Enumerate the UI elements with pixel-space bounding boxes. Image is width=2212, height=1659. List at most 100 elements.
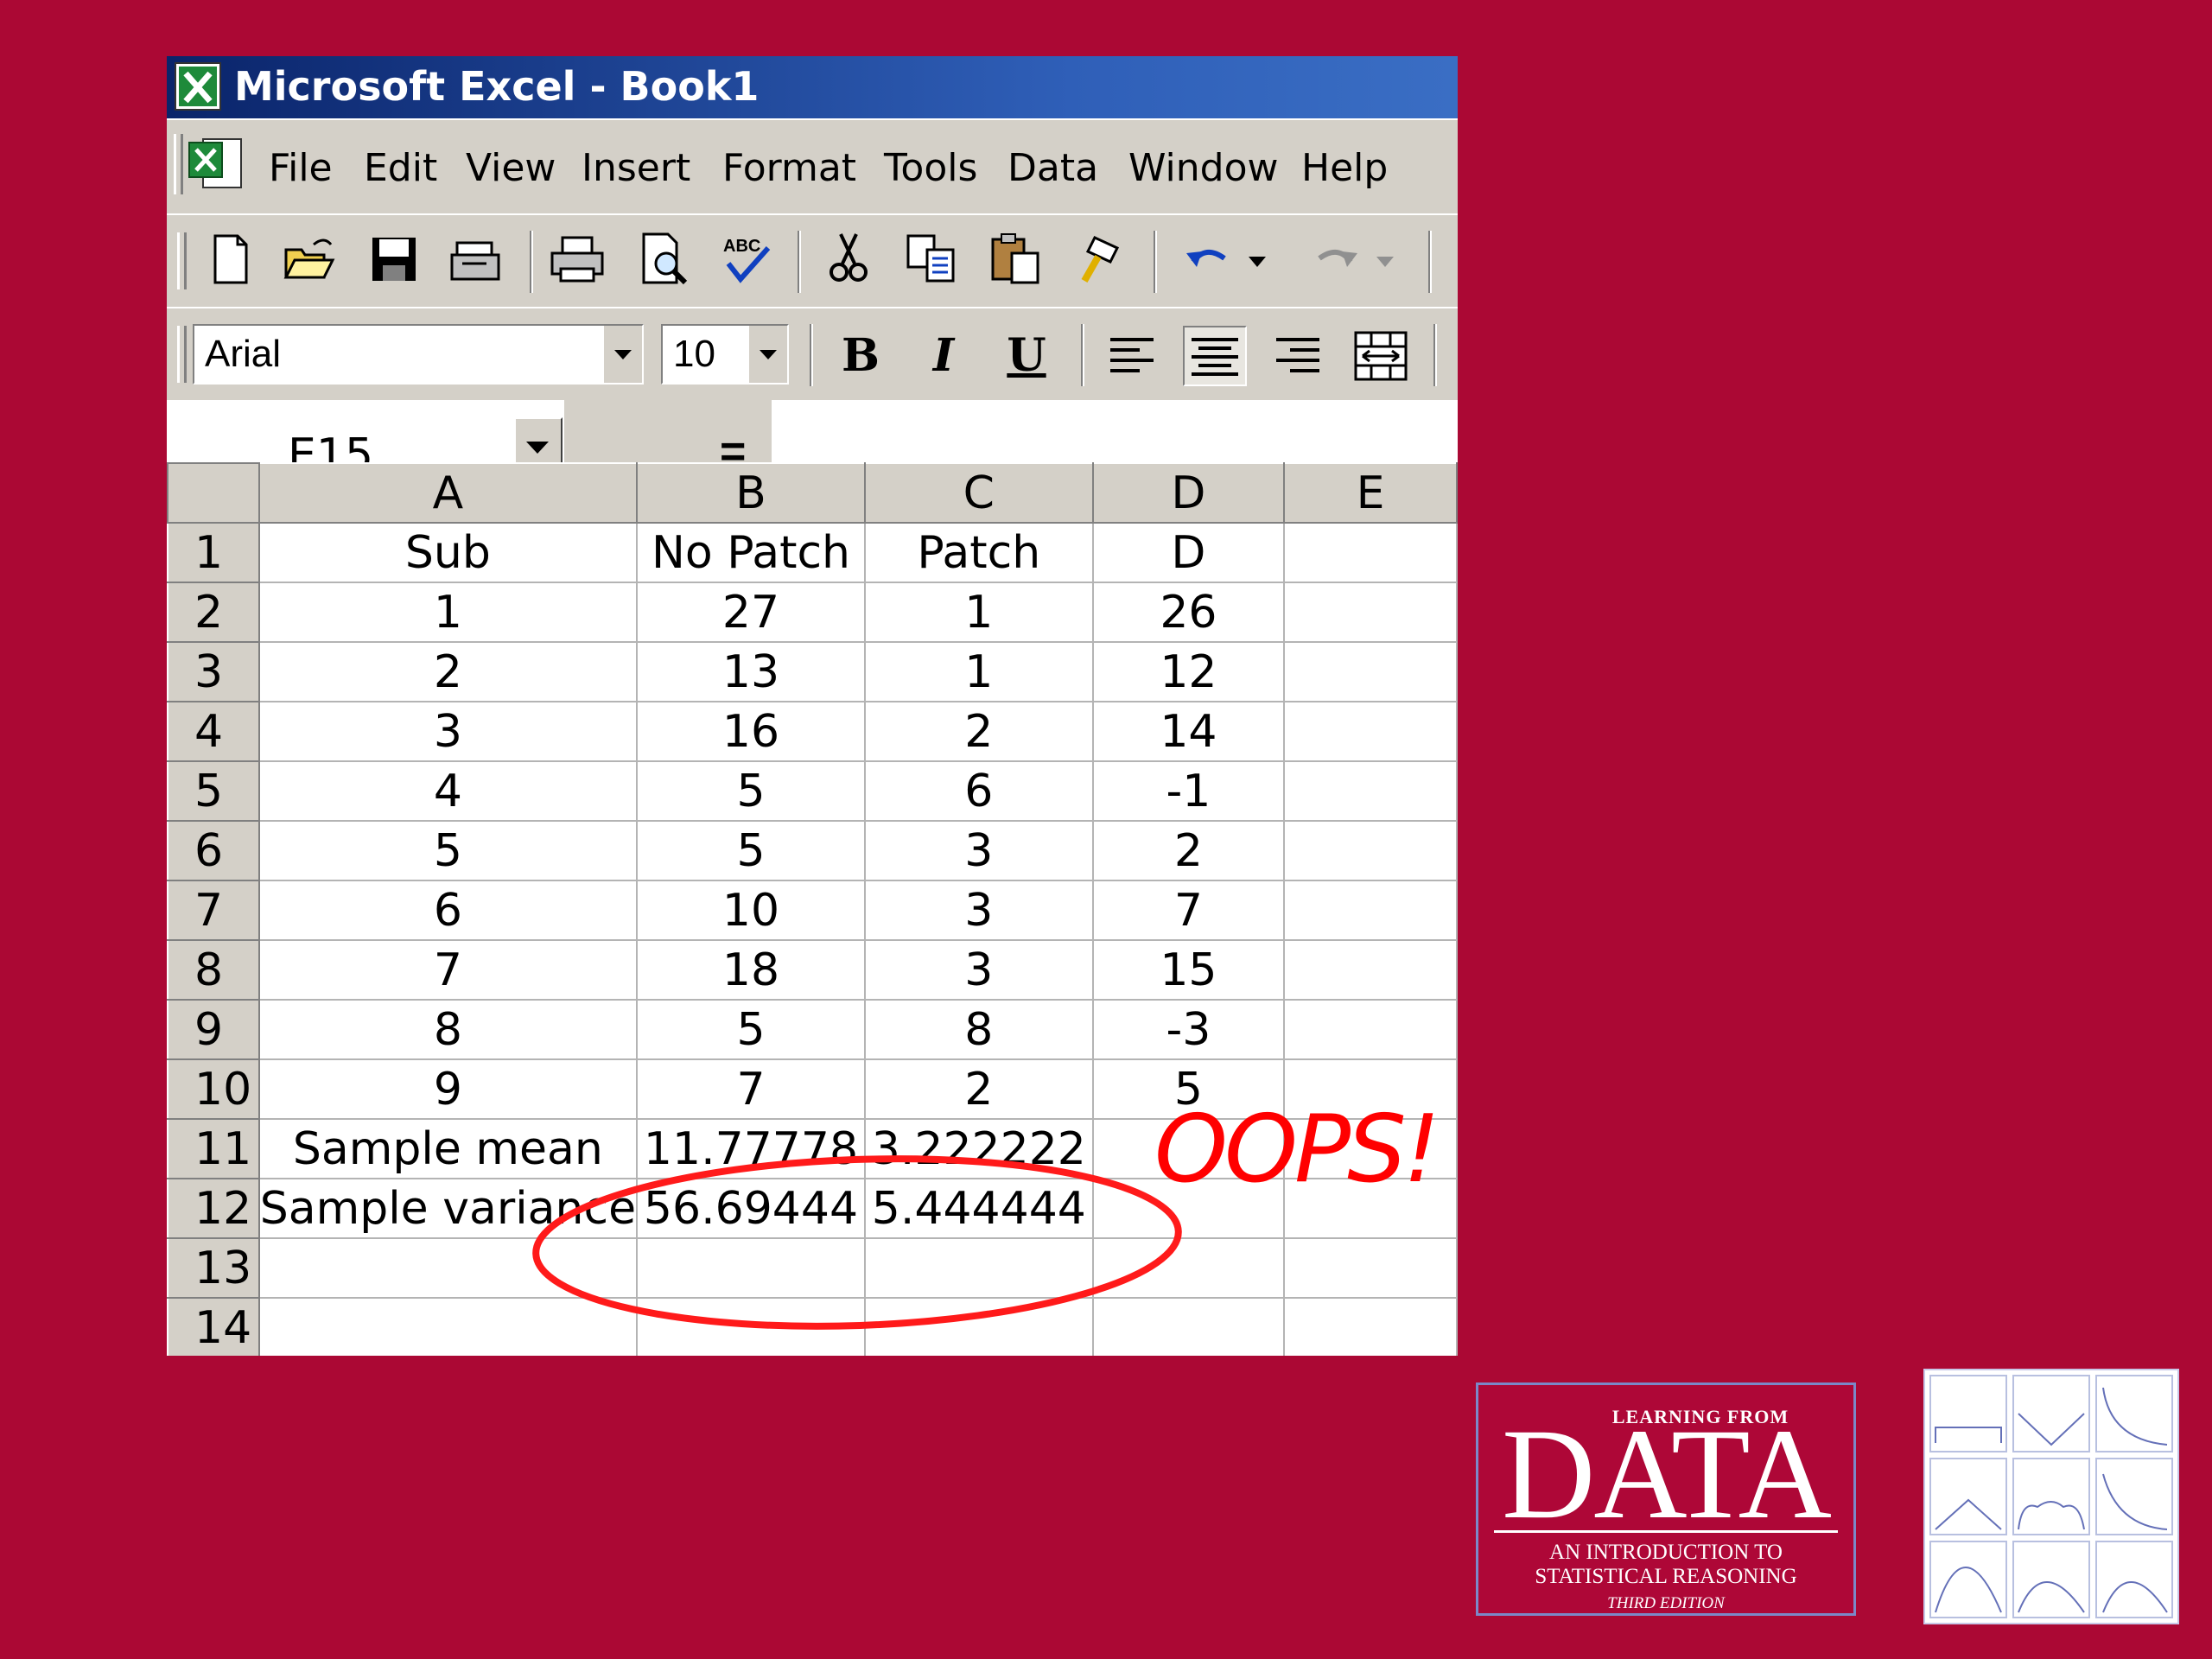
cell-a14[interactable]: [257, 1297, 639, 1356]
cell-c13[interactable]: [863, 1237, 1094, 1299]
column-header-b[interactable]: B: [636, 462, 866, 524]
cell-a4[interactable]: 3: [257, 701, 639, 762]
row-header[interactable]: 9: [167, 999, 260, 1060]
cell-b10[interactable]: 7: [636, 1058, 866, 1120]
align-left-icon[interactable]: [1100, 326, 1164, 386]
cell-e4[interactable]: [1283, 701, 1458, 762]
column-header-a[interactable]: A: [257, 462, 639, 524]
font-size-dropdown-icon[interactable]: [749, 326, 787, 383]
cell-b6[interactable]: 5: [636, 820, 866, 881]
cell-c14[interactable]: [863, 1297, 1094, 1356]
row-header[interactable]: 8: [167, 939, 260, 1001]
row-header[interactable]: 3: [167, 641, 260, 702]
row-header[interactable]: 13: [167, 1237, 260, 1299]
cell-a1[interactable]: Sub: [257, 522, 639, 583]
print-icon[interactable]: [547, 229, 607, 289]
cell-d5[interactable]: -1: [1091, 760, 1286, 822]
cell-d14[interactable]: [1091, 1297, 1286, 1356]
cell-d4[interactable]: 14: [1091, 701, 1286, 762]
column-header-c[interactable]: C: [863, 462, 1094, 524]
cell-c9[interactable]: 8: [863, 999, 1094, 1060]
title-bar[interactable]: Microsoft Excel - Book1: [167, 56, 1458, 118]
cell-d9[interactable]: -3: [1091, 999, 1286, 1060]
row-header[interactable]: 5: [167, 760, 260, 822]
copy-icon[interactable]: [901, 229, 962, 289]
cell-d3[interactable]: 12: [1091, 641, 1286, 702]
cell-a5[interactable]: 4: [257, 760, 639, 822]
cell-d1[interactable]: D: [1091, 522, 1286, 583]
cell-e6[interactable]: [1283, 820, 1458, 881]
cell-b7[interactable]: 10: [636, 880, 866, 941]
menu-view[interactable]: View: [466, 146, 556, 190]
cell-e5[interactable]: [1283, 760, 1458, 822]
cell-e9[interactable]: [1283, 999, 1458, 1060]
align-right-icon[interactable]: [1266, 326, 1330, 386]
row-header[interactable]: 6: [167, 820, 260, 881]
email-icon[interactable]: [445, 229, 505, 289]
undo-icon[interactable]: [1178, 229, 1238, 289]
cell-d2[interactable]: 26: [1091, 582, 1286, 643]
cell-c6[interactable]: 3: [863, 820, 1094, 881]
column-header-e[interactable]: E: [1283, 462, 1458, 524]
cell-a13[interactable]: [257, 1237, 639, 1299]
cell-b13[interactable]: [636, 1237, 866, 1299]
menu-file[interactable]: File: [269, 146, 333, 190]
row-header[interactable]: 10: [167, 1058, 260, 1120]
cell-d8[interactable]: 15: [1091, 939, 1286, 1001]
save-icon[interactable]: [364, 229, 424, 289]
font-dropdown-icon[interactable]: [604, 326, 642, 383]
menu-format[interactable]: Format: [722, 146, 856, 190]
cell-a7[interactable]: 6: [257, 880, 639, 941]
workbook-icon[interactable]: [186, 136, 245, 193]
row-header[interactable]: 12: [167, 1178, 260, 1239]
bold-button[interactable]: B: [829, 326, 893, 386]
font-size-combo[interactable]: 10: [661, 324, 789, 385]
cell-c4[interactable]: 2: [863, 701, 1094, 762]
row-header[interactable]: 11: [167, 1118, 260, 1179]
row-header[interactable]: 7: [167, 880, 260, 941]
cell-c10[interactable]: 2: [863, 1058, 1094, 1120]
cell-a10[interactable]: 9: [257, 1058, 639, 1120]
cell-d7[interactable]: 7: [1091, 880, 1286, 941]
cell-b4[interactable]: 16: [636, 701, 866, 762]
paste-icon[interactable]: [986, 229, 1046, 289]
cell-a8[interactable]: 7: [257, 939, 639, 1001]
cell-e14[interactable]: [1283, 1297, 1458, 1356]
spelling-icon[interactable]: ABC: [716, 229, 777, 289]
cell-e8[interactable]: [1283, 939, 1458, 1001]
cell-c5[interactable]: 6: [863, 760, 1094, 822]
cell-e1[interactable]: [1283, 522, 1458, 583]
menu-insert[interactable]: Insert: [582, 146, 690, 190]
cell-c12[interactable]: 5.444444: [863, 1178, 1094, 1239]
menu-window[interactable]: Window: [1128, 146, 1279, 190]
merge-center-icon[interactable]: [1349, 326, 1413, 386]
cell-e2[interactable]: [1283, 582, 1458, 643]
cell-e13[interactable]: [1283, 1237, 1458, 1299]
new-icon[interactable]: [200, 229, 260, 289]
redo-icon[interactable]: [1306, 229, 1366, 289]
cell-c1[interactable]: Patch: [863, 522, 1094, 583]
cell-b8[interactable]: 18: [636, 939, 866, 1001]
align-center-icon[interactable]: [1183, 326, 1247, 386]
cell-c2[interactable]: 1: [863, 582, 1094, 643]
cell-b14[interactable]: [636, 1297, 866, 1356]
italic-button[interactable]: I: [912, 326, 976, 386]
cell-a6[interactable]: 5: [257, 820, 639, 881]
cell-a2[interactable]: 1: [257, 582, 639, 643]
cell-c8[interactable]: 3: [863, 939, 1094, 1001]
underline-button[interactable]: U: [995, 326, 1058, 386]
row-header[interactable]: 14: [167, 1297, 260, 1356]
cell-e7[interactable]: [1283, 880, 1458, 941]
format-painter-icon[interactable]: [1069, 229, 1129, 289]
print-preview-icon[interactable]: [633, 229, 694, 289]
cell-e3[interactable]: [1283, 641, 1458, 702]
cell-a12[interactable]: Sample variance: [257, 1178, 639, 1239]
cell-b11[interactable]: 11.77778: [636, 1118, 866, 1179]
select-all-corner[interactable]: [167, 462, 260, 524]
font-combo[interactable]: Arial: [193, 324, 644, 385]
cell-c11[interactable]: 3.222222: [863, 1118, 1094, 1179]
cell-b12[interactable]: 56.69444: [636, 1178, 866, 1239]
cell-d6[interactable]: 2: [1091, 820, 1286, 881]
cell-a3[interactable]: 2: [257, 641, 639, 702]
cell-b5[interactable]: 5: [636, 760, 866, 822]
